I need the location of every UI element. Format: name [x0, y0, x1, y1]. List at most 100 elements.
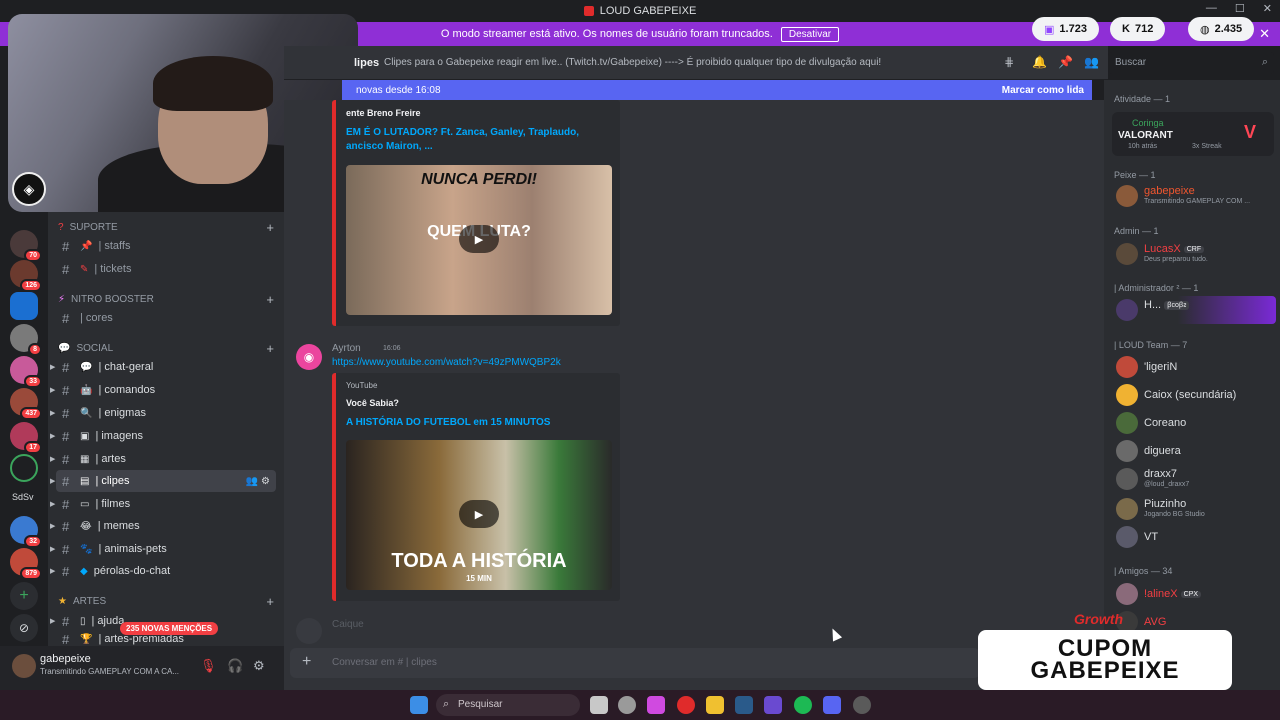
embed-author[interactable]: Você Sabia? [346, 398, 399, 408]
bell-icon[interactable]: 🔔 [1032, 55, 1047, 69]
member-item[interactable]: diguera [1112, 437, 1276, 465]
add-channel-icon[interactable]: + [266, 292, 274, 307]
server-icon[interactable]: 32 [10, 516, 42, 548]
server-icon[interactable]: 437 [10, 388, 42, 420]
task-view-icon[interactable] [590, 696, 608, 714]
twitch-icon: ▣ [1044, 23, 1055, 36]
disable-streamer-mode-button[interactable]: Desativar [780, 26, 840, 42]
avatar[interactable] [12, 654, 36, 678]
member-item[interactable]: LucasX CRF Deus preparou tudo. [1112, 240, 1276, 268]
add-channel-icon[interactable]: + [266, 594, 274, 609]
member-item[interactable]: VT [1112, 523, 1276, 551]
member-item[interactable]: H... ꞵᴄᴏꞵᴤ [1112, 296, 1276, 324]
channel-staffs[interactable]: # 📌 | staffs [56, 235, 276, 257]
explore-servers-icon[interactable]: ⊘ [10, 614, 38, 642]
coupon-line-2: GABEPEIXE [1030, 657, 1180, 684]
member-item[interactable]: gabepeixe Transmitindo GAMEPLAY COM ... [1112, 182, 1276, 210]
file-explorer-icon[interactable] [706, 696, 724, 714]
headphones-icon[interactable]: 🎧 [227, 658, 243, 674]
server-icon[interactable]: 70 [10, 230, 42, 262]
copilot-icon[interactable] [647, 696, 665, 714]
loud-server-icon[interactable] [10, 454, 38, 482]
app-icon[interactable] [764, 696, 782, 714]
message-author[interactable]: Ayrton [332, 343, 361, 354]
unread-marker-icon: ▶ [50, 410, 56, 417]
app-icon[interactable] [618, 696, 636, 714]
channel-label: | chat-geral [98, 361, 154, 373]
close-window-button[interactable]: ✕ [1263, 2, 1272, 15]
channel-imagens[interactable]: ▶ # ▣ | imagens [50, 425, 276, 447]
attach-plus-icon[interactable]: + [302, 653, 311, 671]
member-list-icon[interactable]: 👥 [1084, 55, 1099, 69]
channel-cores[interactable]: # | cores [56, 307, 276, 329]
avatar[interactable] [296, 618, 322, 644]
minimize-button[interactable]: — [1206, 2, 1217, 15]
search-input[interactable]: Buscar ⌕ [1108, 52, 1274, 74]
channel-animais-pets[interactable]: ▶ # 🐾 | animais-pets [50, 538, 276, 560]
server-icon[interactable]: 126 [10, 260, 42, 292]
channel-enigmas[interactable]: ▶ # 🔍 | enigmas [50, 402, 276, 424]
add-channel-icon[interactable]: + [266, 220, 274, 235]
member-item[interactable]: 'ligeriN [1112, 353, 1276, 381]
server-icon[interactable]: 33 [10, 356, 42, 388]
pin-icon[interactable]: 📌 [1058, 55, 1073, 69]
embed-title-link[interactable]: EM É O LUTADOR? Ft. Zanca, Ganley, Trapl… [346, 126, 616, 154]
new-mentions-pill[interactable]: 235 NOVAS MENÇÕES [120, 622, 219, 635]
member-item[interactable]: draxx7 @loud_draxx7 [1112, 465, 1276, 493]
channel-filmes[interactable]: ▶ # ▭ | filmes [50, 493, 276, 515]
new-messages-bar[interactable]: novas desde 16:08 Marcar como lida [342, 80, 1092, 100]
channel-settings-icon[interactable]: 👥 ⚙ [246, 476, 270, 487]
activity-card[interactable]: Coringa VALORANT 10h atrás 3x Streak V [1112, 112, 1274, 156]
add-server-icon[interactable]: + [10, 582, 38, 610]
embed-provider[interactable]: YouTube [346, 381, 377, 390]
chat-icon: 💬 [80, 361, 93, 373]
avatar[interactable]: ◉ [296, 344, 322, 370]
add-channel-icon[interactable]: + [266, 341, 274, 356]
steam-icon[interactable] [735, 696, 753, 714]
channel-clipes[interactable]: ▶ # ▤ | clipes 👥 ⚙ [50, 470, 276, 492]
channel-memes[interactable]: ▶ # 😂 | memes [50, 515, 276, 537]
threads-icon[interactable]: ⋕ [1004, 55, 1014, 69]
server-icon[interactable]: 8 [10, 324, 42, 356]
windows-start-icon[interactable] [410, 696, 428, 714]
spotify-icon[interactable] [794, 696, 812, 714]
mute-icon[interactable]: 🎙 [200, 658, 217, 674]
taskbar-search-input[interactable]: ⌕ Pesquisar [436, 694, 580, 716]
message-author[interactable]: Caique [332, 619, 364, 630]
play-icon[interactable]: ▶ [459, 225, 499, 253]
server-icon[interactable]: 879 [10, 548, 42, 580]
app-icon[interactable] [853, 696, 871, 714]
gem-icon: ◆ [80, 565, 88, 577]
play-icon[interactable]: ▶ [459, 500, 499, 528]
settings-gear-icon[interactable]: ⚙ [253, 658, 265, 674]
server-icon[interactable]: 17 [10, 422, 42, 454]
channel-perolas-do-chat[interactable]: ▶ # ◆ pérolas-do-chat [50, 560, 276, 582]
channel-comandos[interactable]: ▶ # 🤖 | comandos [50, 379, 276, 401]
banner-close-icon[interactable]: ✕ [1259, 26, 1270, 42]
category-suporte[interactable]: ? SUPORTE + [58, 220, 274, 235]
unread-marker-icon: ▶ [50, 478, 56, 485]
opera-icon[interactable] [677, 696, 695, 714]
channel-chat-geral[interactable]: ▶ # 💬 | chat-geral [50, 356, 276, 378]
member-item[interactable]: Piuzinho Jogando BG Studio [1112, 495, 1276, 523]
video-thumbnail[interactable]: ▶ TODA A HISTÓRIA 15 MIN [346, 440, 612, 590]
video-thumbnail[interactable]: NUNCA PERDI! QUEM LUTA? ▶ [346, 165, 612, 315]
message-input[interactable]: + Conversar em # | clipes [290, 648, 980, 678]
channel-tickets[interactable]: # ✎ | tickets [56, 258, 276, 280]
category-nitro-booster[interactable]: ⚡ NITRO BOOSTER + [58, 292, 274, 307]
message-link[interactable]: https://www.youtube.com/watch?v=49zPMWQB… [332, 357, 561, 368]
member-item[interactable]: Coreano [1112, 409, 1276, 437]
category-artes[interactable]: ★ ARTES + [58, 594, 274, 609]
thumbnail-caption: TODA A HISTÓRIA [391, 550, 567, 572]
category-social[interactable]: 💬 SOCIAL + [58, 341, 274, 356]
discord-icon[interactable] [823, 696, 841, 714]
mark-as-read-button[interactable]: Marcar como lida [1002, 85, 1084, 96]
member-item[interactable]: Caiox (secundária) [1112, 381, 1276, 409]
embed-title-link[interactable]: A HISTÓRIA DO FUTEBOL em 15 MINUTOS [346, 416, 616, 430]
taskbar-search-placeholder: Pesquisar [458, 699, 503, 710]
channel-artes[interactable]: ▶ # ▦ | artes [50, 448, 276, 470]
member-item[interactable]: !alineX CPX [1112, 580, 1276, 608]
server-icon[interactable] [10, 292, 38, 320]
server-badge: 33 [24, 375, 42, 388]
maximize-button[interactable]: ☐ [1235, 2, 1245, 15]
